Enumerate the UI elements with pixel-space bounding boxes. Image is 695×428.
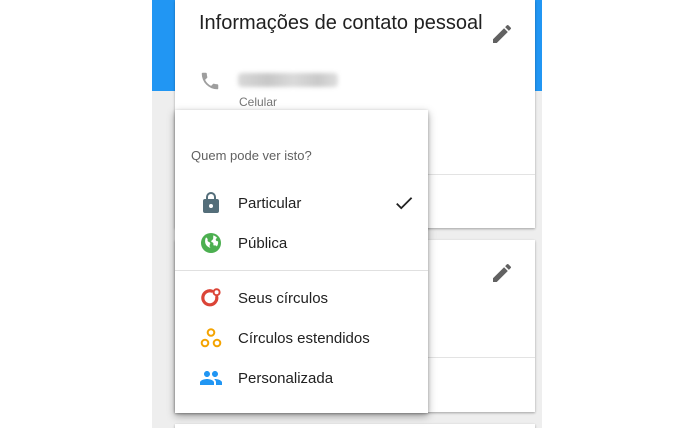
circles-icon	[201, 288, 221, 307]
menu-item-personalizada[interactable]: Personalizada	[175, 358, 428, 398]
menu-item-label: Personalizada	[238, 370, 334, 387]
phone-icon	[201, 72, 219, 90]
lock-icon	[203, 192, 219, 213]
menu-item-label: Particular	[238, 195, 302, 212]
phone-type-label: Celular	[239, 95, 278, 109]
menu-item-label: Pública	[238, 235, 288, 252]
menu-item-seus-circulos[interactable]: Seus círculos	[175, 278, 428, 318]
menu-heading: Quem pode ver isto?	[191, 148, 312, 163]
extended-circles-icon	[200, 328, 222, 348]
card-title: Informações de contato pessoal	[199, 12, 483, 34]
check-icon	[396, 197, 413, 210]
menu-item-label: Círculos estendidos	[238, 330, 370, 347]
menu-item-label: Seus círculos	[238, 290, 329, 307]
menu-item-particular[interactable]: Particular	[175, 183, 428, 223]
visibility-menu: Quem pode ver isto? Particular Pública S…	[175, 110, 428, 413]
globe-icon	[201, 233, 221, 253]
menu-item-circulos-estendidos[interactable]: Círculos estendidos	[175, 318, 428, 358]
pencil-icon[interactable]	[490, 261, 514, 285]
third-card	[175, 424, 535, 428]
menu-divider	[175, 270, 428, 271]
pencil-icon[interactable]	[490, 22, 514, 46]
people-icon	[200, 371, 222, 385]
phone-number-blurred	[238, 73, 338, 87]
menu-item-publica[interactable]: Pública	[175, 223, 428, 263]
